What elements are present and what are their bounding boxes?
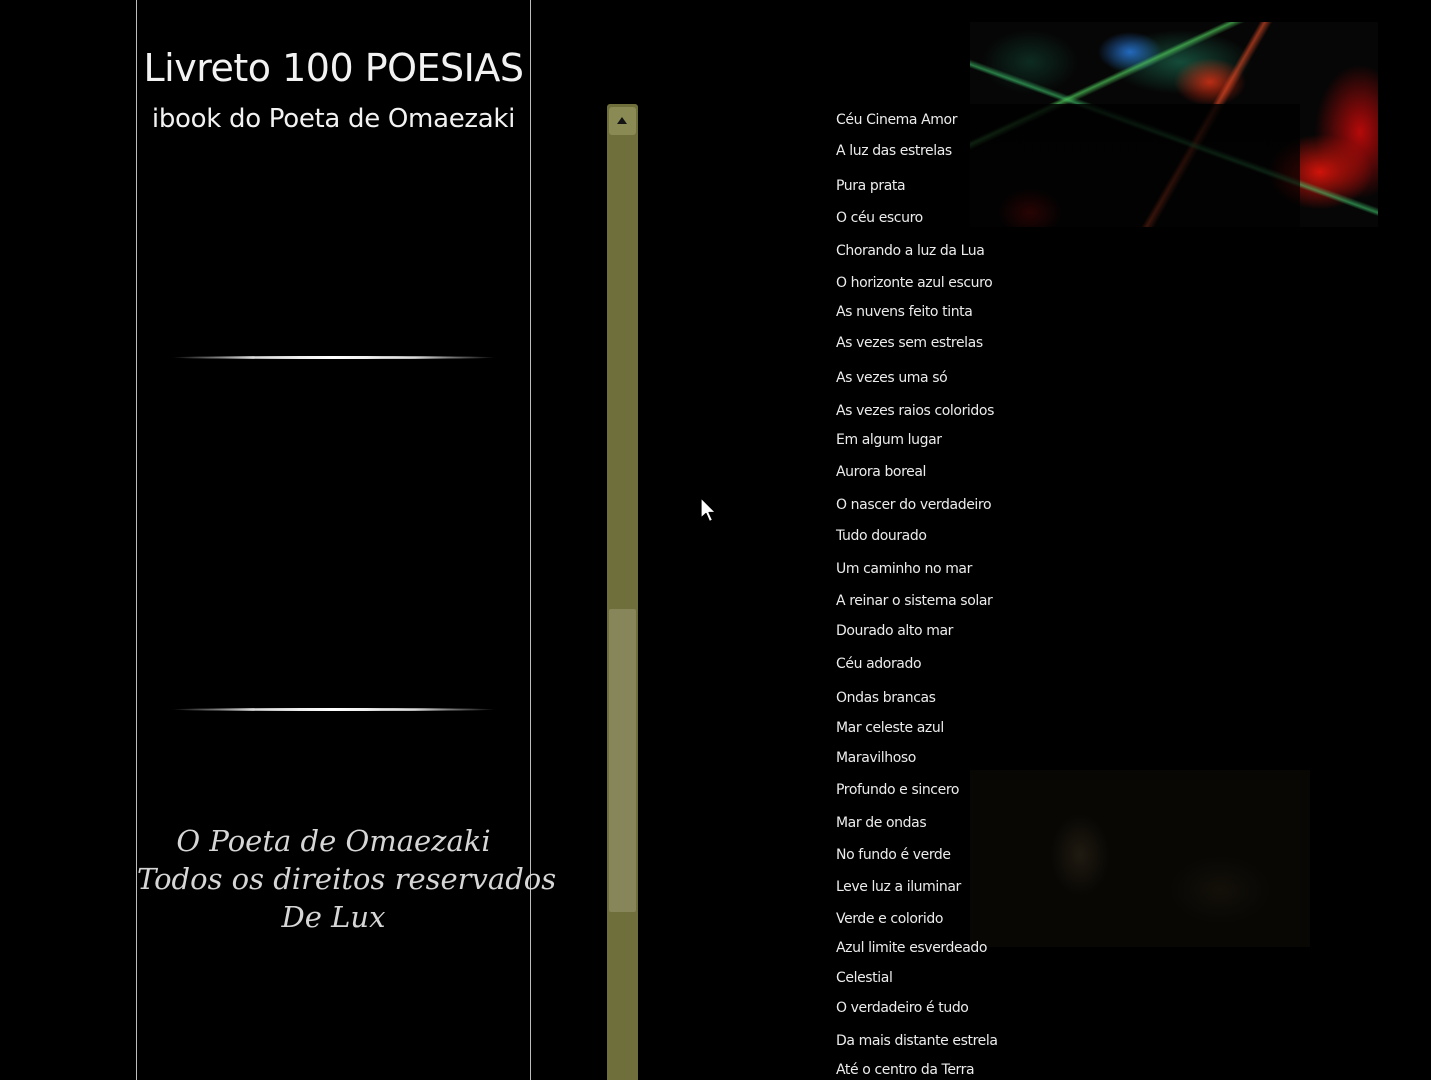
poem-link[interactable]: Celestial [836, 970, 893, 986]
poem-link[interactable]: Da mais distante estrela [836, 1033, 998, 1049]
triangle-up-icon[interactable] [609, 107, 636, 135]
book-subtitle: ibook do Poeta de Omaezaki [151, 104, 516, 134]
book-title: Livreto 100 POESIAS [143, 46, 525, 90]
poem-link[interactable]: O céu escuro [836, 210, 923, 226]
poem-link[interactable]: Azul limite esverdeado [836, 940, 987, 956]
poem-link[interactable]: Profundo e sincero [836, 782, 959, 798]
vertical-scrollbar[interactable] [607, 104, 638, 1080]
poem-link[interactable]: Um caminho no mar [836, 561, 972, 577]
credits-author: O Poeta de Omaezaki [176, 824, 491, 858]
poem-link[interactable]: Em algum lugar [836, 432, 942, 448]
poem-link[interactable]: O horizonte azul escuro [836, 275, 993, 291]
poem-link[interactable]: Até o centro da Terra [836, 1062, 975, 1078]
poem-link[interactable]: Ondas brancas [836, 690, 936, 706]
mouse-pointer-icon [700, 497, 717, 523]
credits-brand: De Lux [281, 900, 386, 934]
poem-link[interactable]: As vezes sem estrelas [836, 335, 983, 351]
poem-link[interactable]: Maravilhoso [836, 750, 916, 766]
poem-link[interactable]: As nuvens feito tinta [836, 304, 973, 320]
poem-link[interactable]: Pura prata [836, 178, 906, 194]
scrollbar-thumb[interactable] [609, 609, 636, 912]
poem-link[interactable]: O nascer do verdadeiro [836, 497, 992, 513]
poem-link[interactable]: Mar celeste azul [836, 720, 944, 736]
poem-link[interactable]: As vezes raios coloridos [836, 403, 994, 419]
poem-link[interactable]: Tudo dourado [836, 528, 927, 544]
decorative-divider-top [171, 356, 496, 359]
poem-link[interactable]: Mar de ondas [836, 815, 927, 831]
poem-link[interactable]: No fundo é verde [836, 847, 951, 863]
poem-link[interactable]: Chorando a luz da Lua [836, 243, 985, 259]
credits-rights: Todos os direitos reservados [137, 862, 557, 896]
decorative-divider-bottom [171, 708, 496, 711]
poem-link[interactable]: Dourado alto mar [836, 623, 953, 639]
book-cover-panel: Livreto 100 POESIAS ibook do Poeta de Om… [136, 0, 557, 1080]
poem-link[interactable]: Céu Cinema Amor [836, 112, 957, 128]
poem-link[interactable]: Leve luz a iluminar [836, 879, 961, 895]
poem-list: Céu Cinema Amor A luz das estrelas Pura pr… [836, 0, 1036, 1080]
poem-link[interactable]: A reinar o sistema solar [836, 593, 993, 609]
credits-block: O Poeta de Omaezaki Todos os direitos re… [137, 822, 557, 936]
poem-link[interactable]: Aurora boreal [836, 464, 926, 480]
poem-link[interactable]: A luz das estrelas [836, 143, 952, 159]
poem-link[interactable]: O verdadeiro é tudo [836, 1000, 969, 1016]
poem-link[interactable]: As vezes uma só [836, 370, 948, 386]
poem-link[interactable]: Verde e colorido [836, 911, 943, 927]
poem-link[interactable]: Céu adorado [836, 656, 922, 672]
